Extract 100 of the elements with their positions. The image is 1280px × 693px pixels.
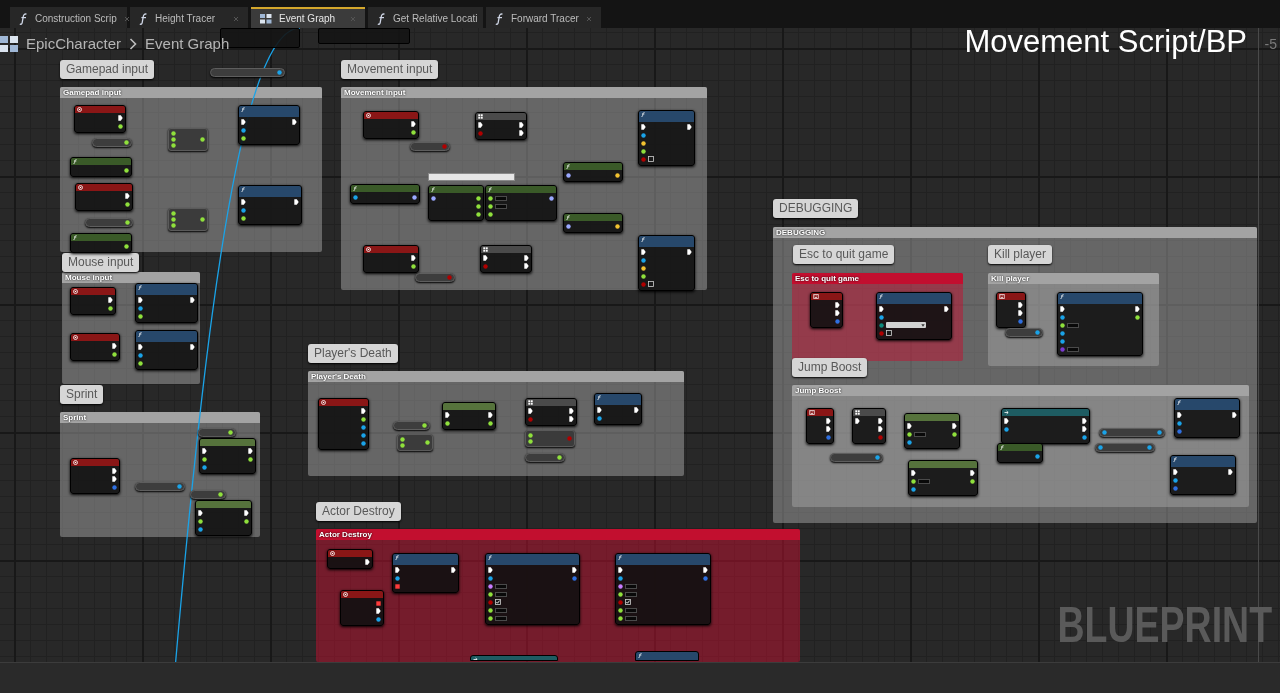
- pin-icon[interactable]: [400, 443, 405, 448]
- tab[interactable]: Forward Tracer: [486, 7, 601, 28]
- exec-pin-icon[interactable]: [826, 418, 831, 424]
- pin-icon[interactable]: [488, 615, 493, 621]
- exec-pin-icon[interactable]: [970, 470, 975, 476]
- graph-node[interactable]: [810, 292, 843, 328]
- exec-pin-icon[interactable]: [911, 470, 916, 476]
- value-field[interactable]: [1067, 346, 1079, 352]
- pin-icon[interactable]: [124, 167, 129, 173]
- pin-icon[interactable]: [138, 313, 143, 319]
- variable-node[interactable]: [92, 138, 132, 147]
- pin-icon[interactable]: [528, 433, 533, 438]
- graph-node[interactable]: [392, 553, 459, 593]
- pin-icon[interactable]: [228, 430, 233, 435]
- exec-pin-icon[interactable]: [597, 407, 602, 413]
- exec-pin-icon[interactable]: [524, 255, 529, 261]
- pin-icon[interactable]: [488, 195, 493, 201]
- pin-icon[interactable]: [1060, 314, 1065, 320]
- pin-icon[interactable]: [488, 591, 493, 597]
- graph-node[interactable]: [350, 184, 420, 204]
- exec-pin-icon[interactable]: [634, 407, 639, 413]
- graph-node[interactable]: [74, 105, 126, 133]
- pin-icon[interactable]: [138, 305, 143, 311]
- value-field[interactable]: [918, 478, 930, 484]
- pin-icon[interactable]: [566, 223, 571, 229]
- comment-bubble[interactable]: Mouse input: [62, 253, 140, 272]
- exec-pin-icon[interactable]: [1228, 469, 1233, 475]
- operator-node[interactable]: [168, 128, 208, 151]
- pin-icon[interactable]: [171, 143, 176, 148]
- exec-pin-icon[interactable]: [395, 567, 400, 573]
- graph-node[interactable]: [70, 333, 120, 361]
- exec-pin-icon[interactable]: [1173, 469, 1178, 475]
- graph-node[interactable]: [997, 443, 1043, 463]
- graph-node[interactable]: [470, 655, 558, 661]
- exec-pin-icon[interactable]: [112, 468, 117, 474]
- pin-icon[interactable]: [1035, 453, 1040, 459]
- node-fragment[interactable]: [318, 28, 410, 44]
- exec-pin-icon[interactable]: [944, 306, 949, 312]
- exec-pin-icon[interactable]: [572, 567, 577, 573]
- pin-icon[interactable]: [198, 526, 203, 532]
- graph-node[interactable]: [852, 408, 886, 444]
- pin-icon[interactable]: [1082, 434, 1087, 440]
- graph-node[interactable]: [876, 292, 952, 340]
- exec-pin-icon[interactable]: [519, 122, 524, 128]
- pin-icon[interactable]: [1135, 314, 1140, 320]
- pin-icon[interactable]: [641, 140, 646, 146]
- operator-node[interactable]: [168, 208, 208, 231]
- pin-icon[interactable]: [1060, 338, 1065, 344]
- exec-pin-icon[interactable]: [703, 567, 708, 573]
- pin-icon[interactable]: [395, 575, 400, 581]
- pin-icon[interactable]: [108, 305, 113, 311]
- pin-icon[interactable]: [400, 437, 405, 442]
- exec-pin-icon[interactable]: [1018, 310, 1023, 316]
- exec-pin-icon[interactable]: [569, 416, 574, 422]
- graph-node[interactable]: [442, 402, 496, 430]
- exec-pin-icon[interactable]: [878, 418, 883, 424]
- breadcrumb-item[interactable]: EpicCharacter: [26, 33, 122, 56]
- exec-pin-icon[interactable]: [483, 255, 488, 261]
- value-field[interactable]: [495, 607, 507, 613]
- exec-pin-icon[interactable]: [1004, 418, 1009, 424]
- delegate-pin-icon[interactable]: [395, 583, 400, 589]
- exec-pin-icon[interactable]: [835, 310, 840, 316]
- pin-icon[interactable]: [907, 431, 912, 437]
- pin-icon[interactable]: [641, 257, 646, 263]
- exec-pin-icon[interactable]: [1135, 306, 1140, 312]
- exec-pin-icon[interactable]: [1018, 302, 1023, 308]
- pin-icon[interactable]: [171, 217, 176, 222]
- pin-icon[interactable]: [125, 201, 130, 207]
- pin-icon[interactable]: [476, 203, 481, 209]
- pin-icon[interactable]: [641, 132, 646, 138]
- pin-icon[interactable]: [488, 575, 493, 581]
- pin-icon[interactable]: [488, 420, 493, 426]
- pin-icon[interactable]: [618, 583, 623, 589]
- pin-icon[interactable]: [361, 424, 366, 430]
- value-field[interactable]: [495, 583, 507, 589]
- tab[interactable]: Construction Scrip: [10, 7, 127, 28]
- exec-pin-icon[interactable]: [952, 423, 957, 429]
- pin-icon[interactable]: [353, 194, 358, 200]
- exec-pin-icon[interactable]: [361, 408, 366, 414]
- value-field[interactable]: [914, 431, 926, 437]
- pin-icon[interactable]: [641, 265, 646, 271]
- graph-node[interactable]: [199, 438, 256, 474]
- checkbox[interactable]: [495, 599, 501, 605]
- graph-node[interactable]: [485, 185, 557, 221]
- exec-pin-icon[interactable]: [451, 567, 456, 573]
- pin-icon[interactable]: [911, 486, 916, 492]
- pin-icon[interactable]: [641, 148, 646, 154]
- exec-pin-icon[interactable]: [241, 119, 246, 125]
- exec-pin-icon[interactable]: [528, 408, 533, 414]
- checkbox[interactable]: [886, 330, 892, 336]
- exec-pin-icon[interactable]: [118, 115, 123, 121]
- variable-node[interactable]: [190, 490, 226, 499]
- pin-icon[interactable]: [618, 591, 623, 597]
- exec-pin-icon[interactable]: [641, 249, 646, 255]
- exec-pin-icon[interactable]: [1232, 412, 1237, 418]
- exec-pin-icon[interactable]: [641, 124, 646, 130]
- comment-bubble[interactable]: Sprint: [60, 385, 104, 404]
- pin-icon[interactable]: [248, 456, 253, 462]
- pin-icon[interactable]: [641, 273, 646, 279]
- value-field[interactable]: [625, 583, 637, 589]
